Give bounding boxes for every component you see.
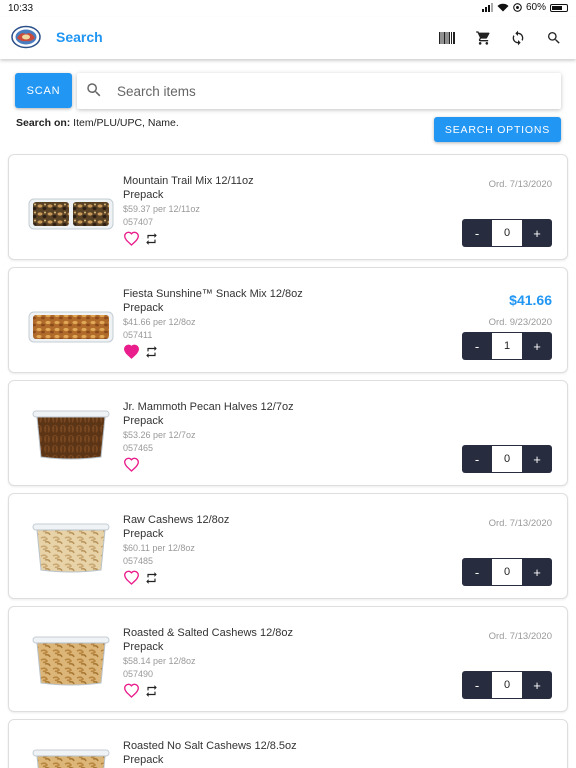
product-unit-price: $53.26 per 12/7oz [123,430,196,440]
product-image [32,410,110,460]
decrement-button[interactable]: - [462,558,492,586]
product-card[interactable]: Roasted & Salted Cashews 12/8oz Prepack … [8,606,568,712]
product-image [32,749,110,768]
sync-icon[interactable] [507,27,529,49]
product-image [32,523,110,573]
product-image [28,311,114,343]
battery-percent: 60% [525,2,546,13]
decrement-button[interactable]: - [462,671,492,699]
cellular-signal-icon [481,3,493,12]
product-unit-price: $59.37 per 12/11oz [123,204,200,214]
quantity-stepper: - 1 + [462,332,552,360]
product-card[interactable]: Roasted No Salt Cashews 12/8.5oz Prepack [8,719,568,768]
product-code: 057411 [123,330,153,340]
increment-button[interactable]: + [522,332,552,360]
product-price: $41.66 [509,292,552,308]
status-time: 10:33 [8,3,34,14]
quantity-stepper: - 0 + [462,558,552,586]
quantity-value[interactable]: 0 [492,672,522,698]
cart-icon[interactable] [472,27,494,49]
search-input[interactable] [117,79,547,103]
decrement-button[interactable]: - [462,332,492,360]
product-pack: Prepack [123,302,164,314]
increment-button[interactable]: + [522,558,552,586]
product-image [28,198,114,230]
heart-outline-icon[interactable] [123,570,140,585]
product-card[interactable]: Jr. Mammoth Pecan Halves 12/7oz Prepack … [8,380,568,486]
battery-icon [550,3,568,12]
product-unit-price: $41.66 per 12/8oz [123,317,196,327]
reorder-icon[interactable] [144,232,159,246]
product-image [32,636,110,686]
product-pack: Prepack [123,528,164,540]
product-name: Jr. Mammoth Pecan Halves 12/7oz [123,401,294,413]
heart-outline-icon[interactable] [123,683,140,698]
scan-button[interactable]: SCAN [15,73,72,108]
last-ordered-date: Ord. 7/13/2020 [488,518,552,529]
product-code: 057465 [123,443,154,453]
heart-outline-icon[interactable] [123,231,140,246]
search-options-button[interactable]: SEARCH OPTIONS [434,117,561,142]
product-card[interactable]: Mountain Trail Mix 12/11oz Prepack $59.3… [8,154,568,260]
product-pack: Prepack [123,189,164,201]
product-name: Roasted & Salted Cashews 12/8oz [123,627,293,639]
product-name: Roasted No Salt Cashews 12/8.5oz [123,740,297,752]
search-box [77,73,561,109]
search-icon[interactable] [543,27,565,49]
brand-logo[interactable] [11,25,41,49]
reorder-icon[interactable] [144,684,159,698]
increment-button[interactable]: + [522,671,552,699]
product-name: Fiesta Sunshine™ Snack Mix 12/8oz [123,288,303,300]
product-pack: Prepack [123,754,164,766]
search-field-icon [87,83,101,97]
quantity-stepper: - 0 + [462,219,552,247]
decrement-button[interactable]: - [462,445,492,473]
last-ordered-date: Ord. 7/13/2020 [488,631,552,642]
product-pack: Prepack [123,641,164,653]
quantity-stepper: - 0 + [462,671,552,699]
status-bar: 10:33 60% [0,0,576,17]
location-icon [513,3,522,12]
quantity-value[interactable]: 0 [492,446,522,472]
product-name: Mountain Trail Mix 12/11oz [123,175,254,187]
last-ordered-date: Ord. 7/13/2020 [488,179,552,190]
barcode-icon[interactable] [436,27,458,49]
search-on-fields: Item/PLU/UPC, Name. [70,117,179,129]
product-code: 057407 [123,217,154,227]
app-bar: Search [0,17,576,59]
quantity-stepper: - 0 + [462,445,552,473]
last-ordered-date: Ord. 9/23/2020 [488,317,552,328]
product-name: Raw Cashews 12/8oz [123,514,230,526]
increment-button[interactable]: + [522,445,552,473]
wifi-icon [497,3,509,12]
quantity-value[interactable]: 0 [492,220,522,246]
quantity-value[interactable]: 1 [492,333,522,359]
product-code: 057490 [123,669,154,679]
heart-filled-icon[interactable] [123,344,140,359]
product-card[interactable]: Raw Cashews 12/8oz Prepack $60.11 per 12… [8,493,568,599]
product-card[interactable]: Fiesta Sunshine™ Snack Mix 12/8oz Prepac… [8,267,568,373]
product-pack: Prepack [123,415,164,427]
heart-outline-icon[interactable] [123,457,140,472]
product-unit-price: $58.14 per 12/8oz [123,656,196,666]
search-on-label: Search on: [16,117,71,129]
decrement-button[interactable]: - [462,219,492,247]
search-on-text: Search on: Item/PLU/UPC, Name. [16,117,179,129]
increment-button[interactable]: + [522,219,552,247]
reorder-icon[interactable] [144,571,159,585]
reorder-icon[interactable] [144,345,159,359]
page-title: Search [56,29,103,45]
quantity-value[interactable]: 0 [492,559,522,585]
product-unit-price: $60.11 per 12/8oz [123,543,195,553]
product-code: 057485 [123,556,154,566]
